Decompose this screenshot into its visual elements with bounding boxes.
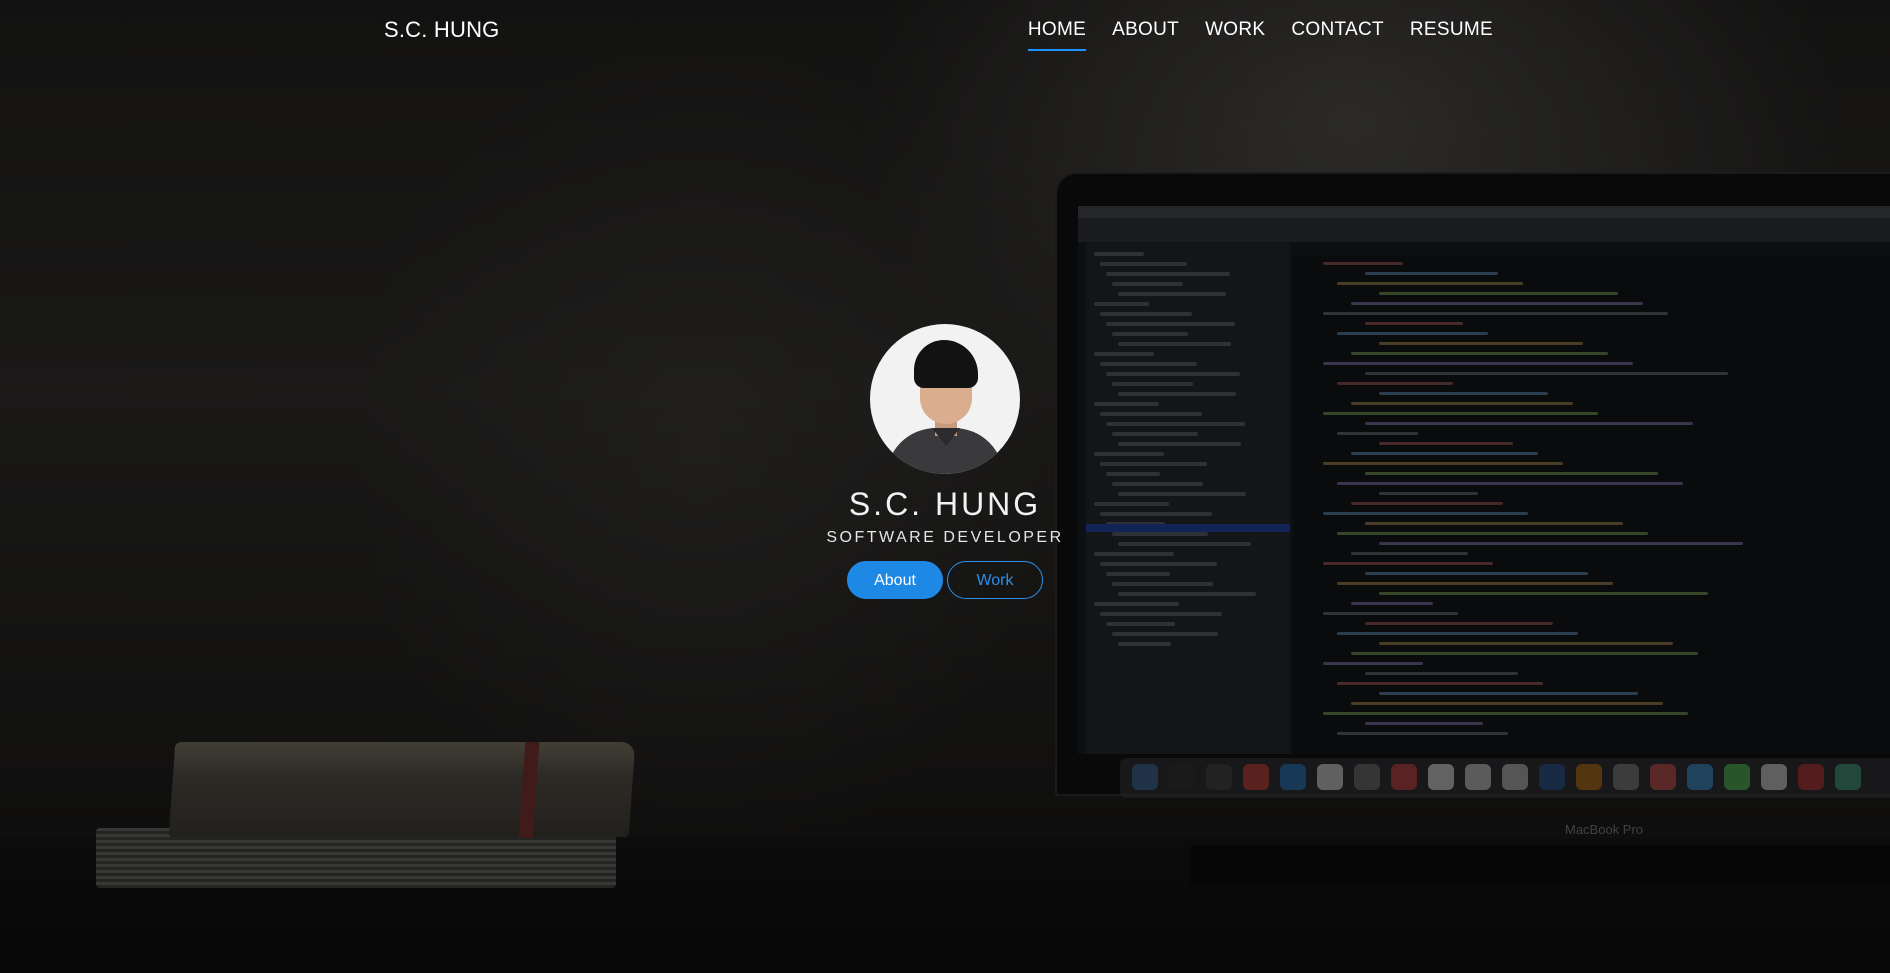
hero-buttons: About Work xyxy=(0,561,1890,599)
profile-section: S.C. HUNG SOFTWARE DEVELOPER About Work xyxy=(0,324,1890,599)
navbar: S.C. HUNG HOME ABOUT WORK CONTACT RESUME xyxy=(0,0,1890,62)
work-button[interactable]: Work xyxy=(947,561,1043,599)
nav-item-home[interactable]: HOME xyxy=(1027,19,1087,51)
about-button[interactable]: About xyxy=(847,561,943,599)
nav-item-resume[interactable]: RESUME xyxy=(1410,19,1493,51)
avatar xyxy=(870,324,1020,474)
site-brand[interactable]: S.C. HUNG xyxy=(384,17,499,43)
nav-item-contact[interactable]: CONTACT xyxy=(1291,19,1384,51)
nav-item-about[interactable]: ABOUT xyxy=(1112,19,1179,51)
profile-title: SOFTWARE DEVELOPER xyxy=(826,529,1064,546)
profile-name: S.C. HUNG xyxy=(848,486,1042,522)
nav-menu: HOME ABOUT WORK CONTACT RESUME xyxy=(1027,19,1493,51)
nav-item-work[interactable]: WORK xyxy=(1205,19,1265,51)
